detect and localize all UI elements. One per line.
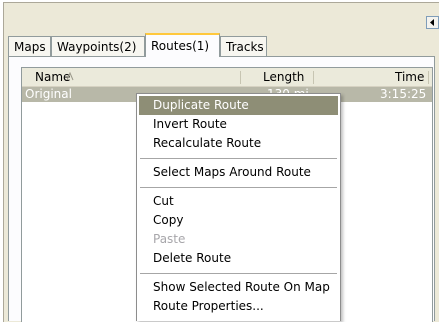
menu-item-invert-route[interactable]: Invert Route: [139, 115, 338, 134]
sort-ascending-icon: [66, 72, 74, 81]
app-window: Maps Waypoints(2) Routes(1) Tracks Name …: [0, 0, 439, 322]
menu-item-cut[interactable]: Cut: [139, 192, 338, 211]
menu-separator: [140, 187, 337, 188]
tab-scroll-left-button[interactable]: [426, 16, 439, 29]
menu-item-route-properties[interactable]: Route Properties...: [139, 297, 338, 316]
menu-item-copy[interactable]: Copy: [139, 211, 338, 230]
menu-item-duplicate-route[interactable]: Duplicate Route: [139, 96, 338, 115]
column-header-time[interactable]: Time: [395, 68, 424, 86]
tab-tracks[interactable]: Tracks: [220, 36, 267, 56]
menu-separator: [140, 273, 337, 274]
tab-maps[interactable]: Maps: [8, 36, 51, 56]
chevron-left-icon: [430, 19, 434, 26]
column-divider[interactable]: [313, 71, 314, 84]
menu-item-paste: Paste: [153, 232, 186, 246]
list-header: Name Length Time: [22, 68, 432, 87]
menu-item-recalculate-route[interactable]: Recalculate Route: [139, 134, 338, 153]
tab-routes[interactable]: Routes(1): [145, 33, 220, 57]
column-divider[interactable]: [240, 71, 241, 84]
menu-item-select-maps-around-route[interactable]: Select Maps Around Route: [139, 163, 338, 182]
tab-waypoints[interactable]: Waypoints(2): [51, 36, 145, 56]
menu-separator: [140, 158, 337, 159]
route-time-cell: 3:15:25: [380, 87, 427, 101]
column-divider[interactable]: [428, 71, 429, 84]
column-header-length[interactable]: Length: [263, 68, 304, 86]
menu-item-show-selected-route-on-map[interactable]: Show Selected Route On Map: [139, 278, 338, 297]
route-context-menu: Duplicate Route Invert Route Recalculate…: [136, 93, 341, 321]
menu-item-delete-route[interactable]: Delete Route: [139, 249, 338, 268]
route-name-cell: Original: [25, 87, 72, 101]
